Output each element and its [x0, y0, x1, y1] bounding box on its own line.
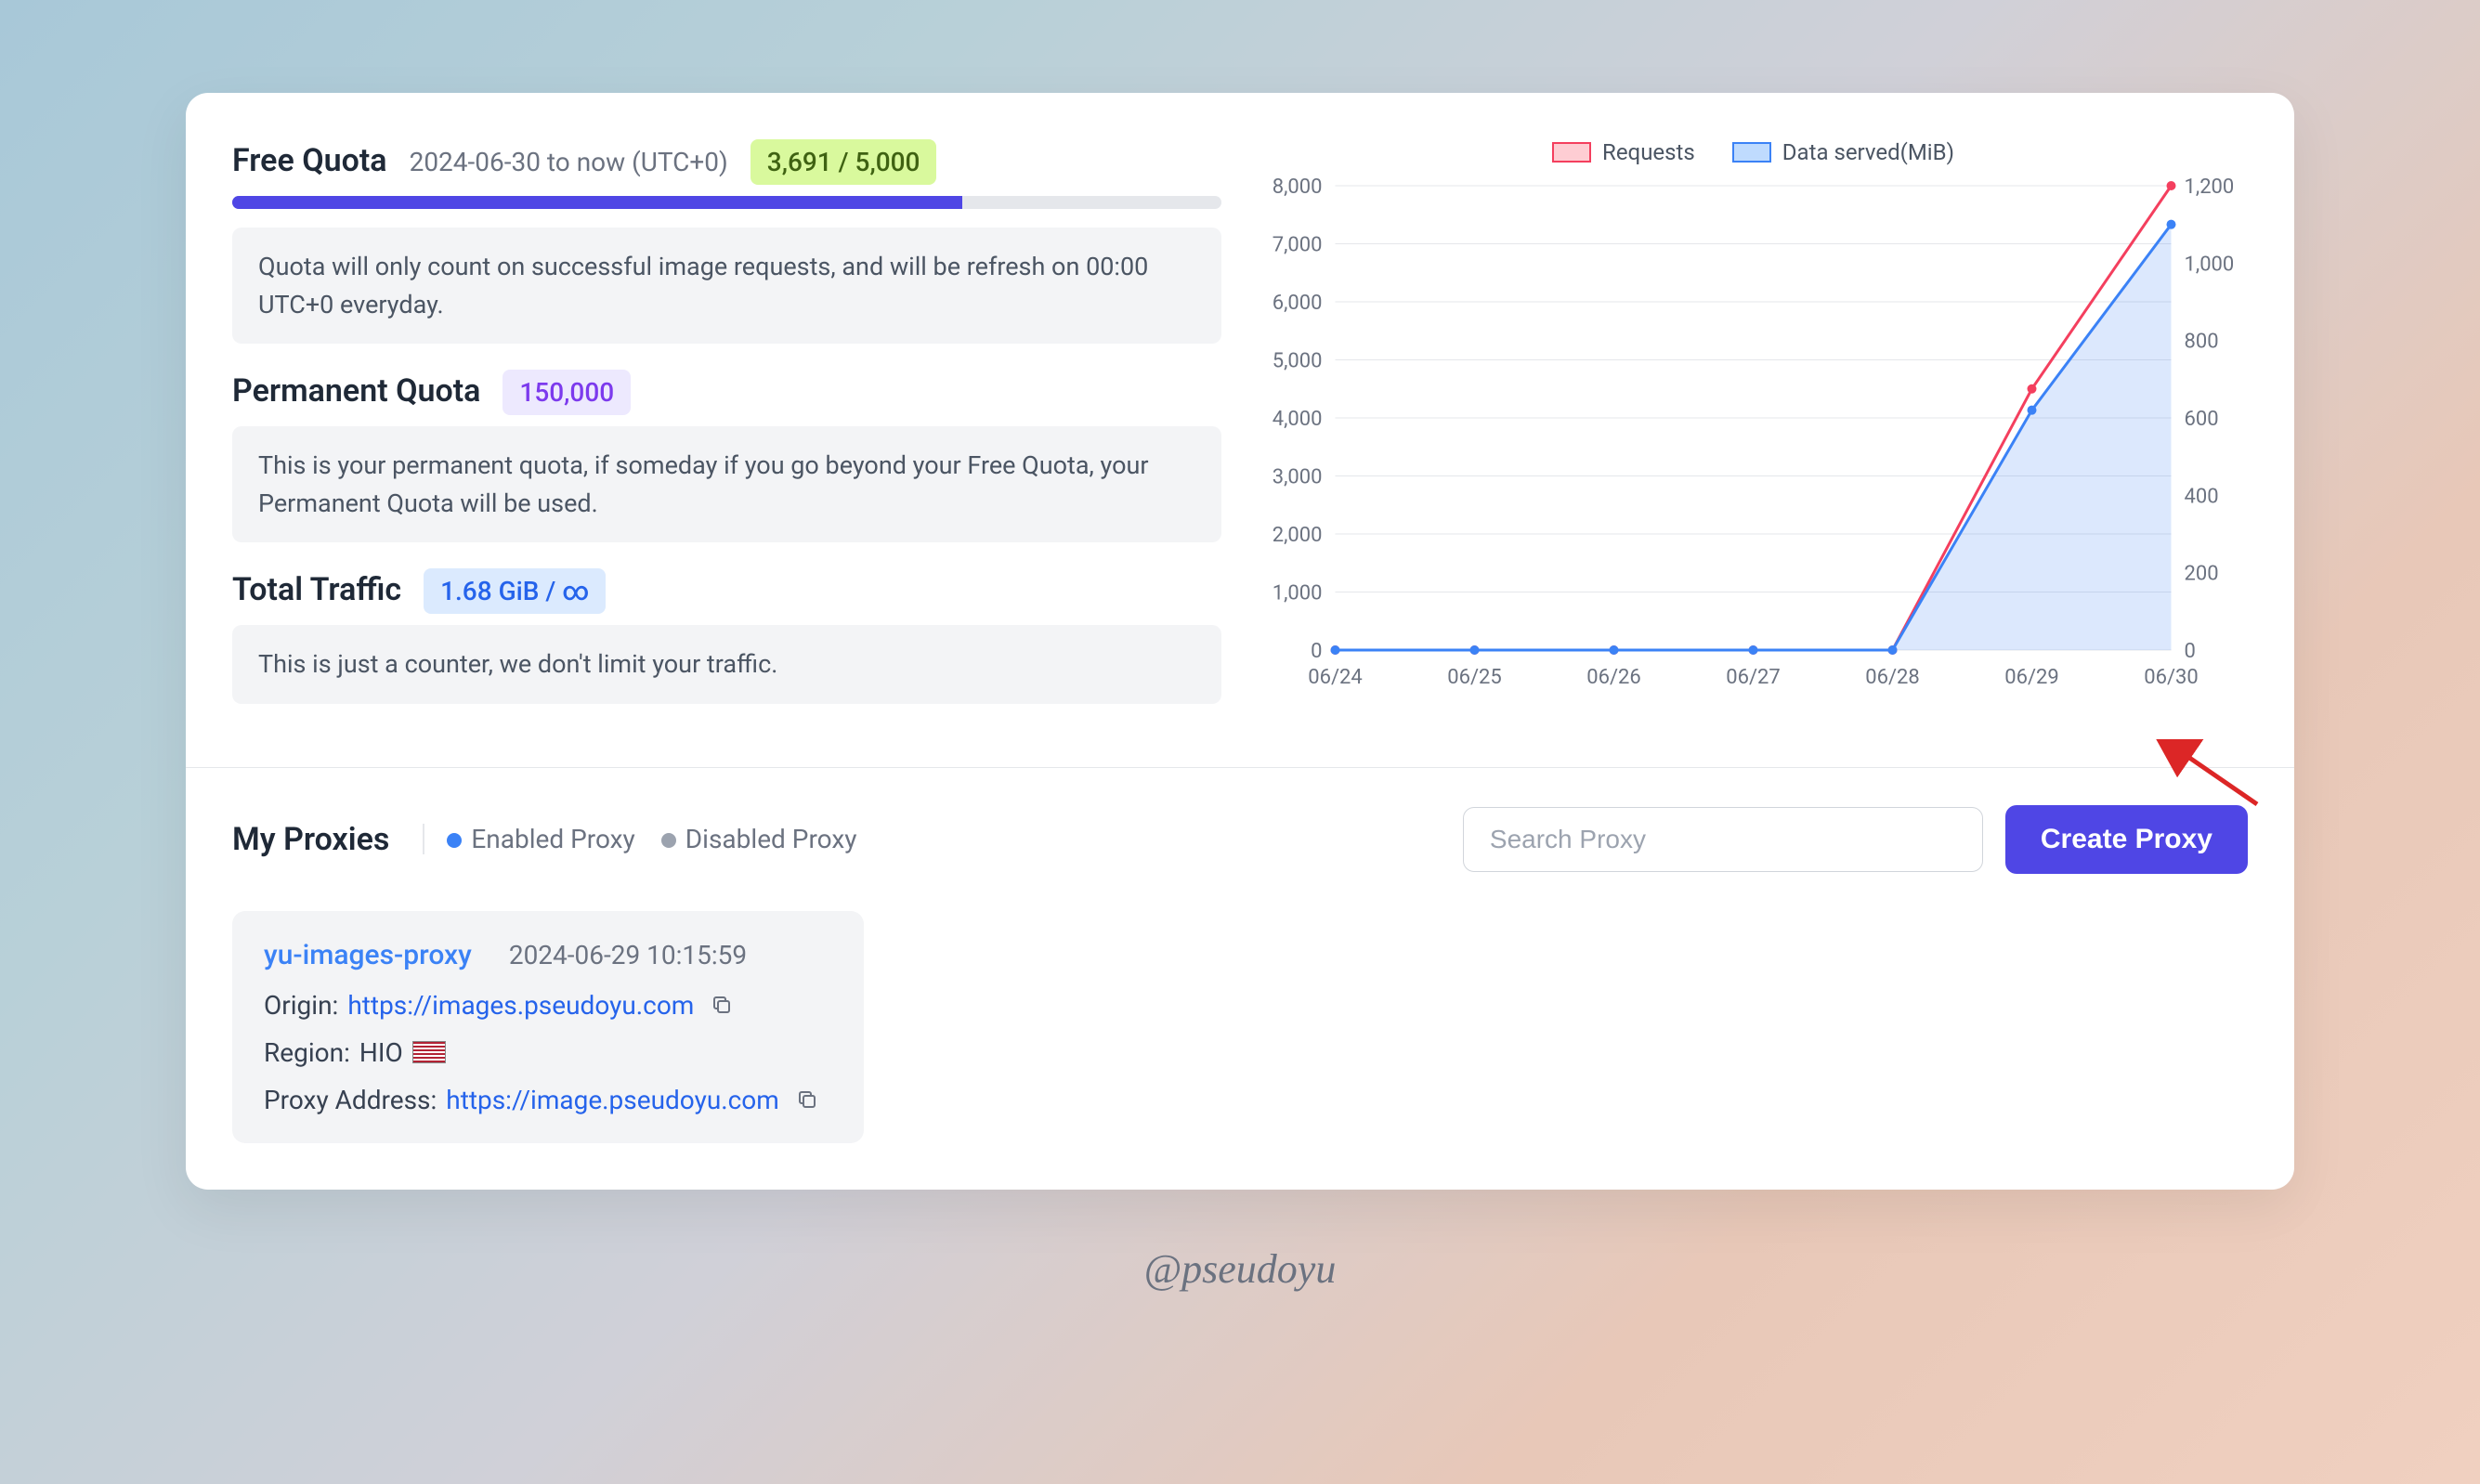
copy-icon[interactable] — [711, 994, 733, 1016]
legend-requests-label: Requests — [1602, 139, 1695, 165]
proxy-card-header: yu-images-proxy 2024-06-29 10:15:59 — [264, 939, 832, 971]
proxies-header-left: My Proxies Enabled Proxy Disabled Proxy — [232, 821, 856, 858]
legend-data-served[interactable]: Data served(MiB) — [1732, 139, 1954, 165]
enabled-proxy-legend: Enabled Proxy — [447, 824, 634, 854]
svg-text:400: 400 — [2185, 485, 2219, 508]
proxy-region-row: Region: HIO — [264, 1037, 832, 1068]
total-traffic-title: Total Traffic — [232, 571, 401, 608]
permanent-quota-info: This is your permanent quota, if someday… — [232, 426, 1221, 542]
search-input[interactable] — [1463, 807, 1983, 872]
usage-chart: 0 1,000 2,000 3,000 4,000 5,000 6,000 7,000 8,00… — [1259, 176, 2248, 696]
proxy-region-label: Region: — [264, 1037, 350, 1068]
proxy-status-legend: Enabled Proxy Disabled Proxy — [423, 824, 856, 854]
svg-text:4,000: 4,000 — [1273, 408, 1323, 431]
proxy-origin-row: Origin: https://images.pseudoyu.com — [264, 990, 832, 1021]
top-section: Free Quota 2024-06-30 to now (UTC+0) 3,6… — [186, 93, 2294, 768]
legend-swatch-requests — [1552, 142, 1591, 163]
svg-text:1,200: 1,200 — [2185, 176, 2235, 199]
legend-data-served-label: Data served(MiB) — [1782, 139, 1954, 165]
proxy-address-label: Proxy Address: — [264, 1085, 437, 1115]
dot-enabled-icon — [447, 833, 462, 848]
legend-requests[interactable]: Requests — [1552, 139, 1695, 165]
svg-text:06/25: 06/25 — [1447, 666, 1502, 689]
signature: @pseudoyu — [1144, 1245, 1337, 1293]
proxy-address-row: Proxy Address: https://image.pseudoyu.co… — [264, 1085, 832, 1115]
svg-text:1,000: 1,000 — [1273, 582, 1323, 605]
svg-text:06/28: 06/28 — [1865, 666, 1920, 689]
proxy-region-value: HIO — [359, 1037, 403, 1068]
create-proxy-button[interactable]: Create Proxy — [2005, 805, 2248, 874]
permanent-quota-badge: 150,000 — [503, 370, 631, 415]
free-quota-date-range: 2024-06-30 to now (UTC+0) — [410, 147, 728, 177]
svg-text:6,000: 6,000 — [1273, 292, 1323, 315]
permanent-quota-title: Permanent Quota — [232, 372, 480, 410]
svg-text:06/26: 06/26 — [1586, 666, 1641, 689]
proxy-address-link[interactable]: https://image.pseudoyu.com — [446, 1085, 779, 1115]
svg-text:0: 0 — [2185, 640, 2196, 663]
disabled-proxy-legend: Disabled Proxy — [661, 824, 857, 854]
legend-swatch-data-served — [1732, 142, 1771, 163]
free-quota-title: Free Quota — [232, 142, 387, 179]
svg-text:1,000: 1,000 — [2185, 253, 2235, 276]
proxy-card[interactable]: yu-images-proxy 2024-06-29 10:15:59 Orig… — [232, 911, 864, 1143]
svg-text:2,000: 2,000 — [1273, 524, 1323, 547]
total-traffic-badge: 1.68 GiB / ∞ — [424, 568, 606, 614]
chart-legend: Requests Data served(MiB) — [1259, 139, 2248, 165]
svg-text:5,000: 5,000 — [1273, 350, 1323, 373]
proxy-name[interactable]: yu-images-proxy — [264, 939, 472, 971]
proxies-header: My Proxies Enabled Proxy Disabled Proxy … — [232, 805, 2248, 874]
us-flag-icon — [412, 1041, 446, 1063]
dot-disabled-icon — [661, 833, 676, 848]
free-quota-header: Free Quota 2024-06-30 to now (UTC+0) 3,6… — [232, 139, 1221, 185]
total-traffic-info: This is just a counter, we don't limit y… — [232, 625, 1221, 704]
free-quota-progress — [232, 196, 1221, 209]
free-quota-progress-fill — [232, 196, 962, 209]
proxies-title: My Proxies — [232, 821, 389, 858]
svg-text:3,000: 3,000 — [1273, 466, 1323, 489]
svg-text:06/30: 06/30 — [2144, 666, 2199, 689]
permanent-quota-header: Permanent Quota 150,000 — [232, 370, 1221, 415]
svg-text:7,000: 7,000 — [1273, 234, 1323, 257]
proxy-origin-link[interactable]: https://images.pseudoyu.com — [347, 990, 694, 1021]
free-quota-badge: 3,691 / 5,000 — [751, 139, 937, 185]
proxy-date: 2024-06-29 10:15:59 — [509, 940, 747, 970]
chart-column: Requests Data served(MiB) 0 1,000 2,000 3,0… — [1259, 139, 2248, 730]
svg-text:0: 0 — [1311, 640, 1322, 663]
dashboard-card: Free Quota 2024-06-30 to now (UTC+0) 3,6… — [186, 93, 2294, 1190]
svg-text:06/24: 06/24 — [1308, 666, 1363, 689]
svg-text:600: 600 — [2185, 408, 2219, 431]
svg-text:8,000: 8,000 — [1273, 176, 1323, 199]
svg-text:06/29: 06/29 — [2004, 666, 2059, 689]
total-traffic-header: Total Traffic 1.68 GiB / ∞ — [232, 568, 1221, 614]
proxy-origin-label: Origin: — [264, 990, 338, 1021]
proxies-section: My Proxies Enabled Proxy Disabled Proxy … — [186, 768, 2294, 1190]
quota-column: Free Quota 2024-06-30 to now (UTC+0) 3,6… — [232, 139, 1221, 730]
proxies-header-right: Create Proxy — [1463, 805, 2248, 874]
copy-icon[interactable] — [796, 1088, 818, 1111]
svg-text:800: 800 — [2185, 331, 2219, 354]
free-quota-info: Quota will only count on successful imag… — [232, 228, 1221, 344]
svg-text:200: 200 — [2185, 563, 2219, 586]
svg-text:06/27: 06/27 — [1726, 666, 1781, 689]
